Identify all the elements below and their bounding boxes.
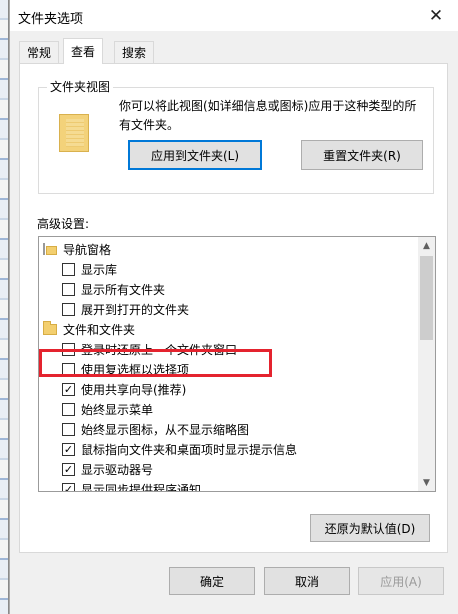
checkbox-checked[interactable]: ✓ (62, 462, 75, 476)
close-button[interactable]: ✕ (413, 0, 458, 31)
option-restore-previous-windows[interactable]: 登录时还原上一个文件夹窗口 (62, 339, 237, 359)
option-label: 鼠标指向文件夹和桌面项时显示提示信息 (81, 442, 298, 457)
option-show-all-folders[interactable]: 显示所有文件夹 (62, 279, 165, 299)
scroll-up-arrow[interactable]: ▲ (418, 237, 435, 254)
tab-view[interactable]: 查看 (63, 38, 104, 64)
apply-to-folders-button[interactable]: 应用到文件夹(L) (128, 140, 262, 170)
option-always-show-icons-never-thumbnails[interactable]: 始终显示图标，从不显示缩略图 (62, 419, 249, 439)
window-title: 文件夹选项 (18, 12, 84, 27)
advanced-settings-list[interactable]: 导航窗格 显示库 显示所有文件夹 展开到打开的文件夹 文件和文件夹 登录时还原上… (38, 236, 436, 492)
scroll-down-arrow[interactable]: ▼ (418, 474, 435, 491)
folder-views-group: 文件夹视图 你可以将此视图(如详细信息或图标)应用于这种类型的所有文件夹。 应用… (38, 80, 434, 194)
checkbox[interactable] (62, 342, 75, 356)
checkbox-checked[interactable]: ✓ (62, 482, 75, 491)
advanced-settings-label: 高级设置: (37, 217, 90, 231)
navigation-pane-icon (43, 243, 57, 255)
option-show-libraries[interactable]: 显示库 (62, 259, 117, 279)
chevron-down-icon: ▼ (423, 477, 430, 488)
option-expand-to-open-folder[interactable]: 展开到打开的文件夹 (62, 299, 189, 319)
checkbox[interactable] (62, 422, 75, 436)
option-label: 使用共享向导(推荐) (81, 382, 187, 397)
option-label: 显示库 (81, 262, 118, 277)
category-navigation-pane: 导航窗格 (43, 239, 111, 259)
option-show-drive-letters[interactable]: ✓ 显示驱动器号 (62, 459, 153, 479)
checkbox[interactable] (62, 262, 75, 276)
tab-general[interactable]: 常规 (19, 41, 60, 63)
close-icon: ✕ (428, 5, 444, 26)
option-always-show-menus[interactable]: 始终显示菜单 (62, 399, 153, 419)
checkbox[interactable] (62, 402, 75, 416)
vertical-scrollbar[interactable]: ▲ ▼ (418, 237, 435, 491)
option-label: 显示驱动器号 (81, 462, 154, 477)
chevron-up-icon: ▲ (423, 240, 430, 251)
tab-search[interactable]: 搜索 (114, 41, 155, 63)
option-label: 显示所有文件夹 (81, 282, 166, 297)
option-label: 使用复选框以选择项 (81, 362, 190, 377)
checkbox[interactable] (62, 282, 75, 296)
cancel-button[interactable]: 取消 (264, 567, 350, 595)
category-label: 导航窗格 (63, 242, 112, 257)
apply-button[interactable]: 应用(A) (358, 567, 444, 595)
scrollbar-thumb[interactable] (420, 256, 433, 340)
option-label: 始终显示菜单 (81, 402, 154, 417)
option-label: 登录时还原上一个文件夹窗口 (81, 342, 238, 357)
option-show-pop-up-description[interactable]: ✓ 鼠标指向文件夹和桌面项时显示提示信息 (62, 439, 297, 459)
title-bar: 文件夹选项 ✕ (10, 0, 458, 31)
option-show-sync-provider-notifications[interactable]: ✓ 显示同步提供程序通知 (62, 479, 202, 492)
checkbox-checked[interactable]: ✓ (62, 442, 75, 456)
ok-button[interactable]: 确定 (169, 567, 255, 595)
view-tab-panel: 文件夹视图 你可以将此视图(如详细信息或图标)应用于这种类型的所有文件夹。 应用… (19, 63, 448, 553)
reset-folders-button[interactable]: 重置文件夹(R) (301, 140, 423, 170)
restore-defaults-button[interactable]: 还原为默认值(D) (310, 514, 430, 542)
option-use-sharing-wizard[interactable]: ✓ 使用共享向导(推荐) (62, 379, 186, 399)
folder-icon (43, 320, 57, 335)
checkbox-checked[interactable]: ✓ (62, 382, 75, 396)
category-label: 文件和文件夹 (63, 322, 136, 337)
folder-views-description: 你可以将此视图(如详细信息或图标)应用于这种类型的所有文件夹。 (119, 99, 417, 132)
folder-options-dialog: 文件夹选项 ✕ 常规 查看 搜索 文件夹视图 你可以将此视图(如详细信息或图标)… (9, 0, 458, 614)
option-use-check-boxes[interactable]: 使用复选框以选择项 (62, 359, 189, 379)
option-label: 显示同步提供程序通知 (81, 482, 202, 492)
folder-views-folder-icon (59, 114, 89, 152)
category-files-and-folders: 文件和文件夹 (43, 319, 135, 339)
checkbox[interactable] (62, 302, 75, 316)
checkbox[interactable] (62, 362, 75, 376)
option-label: 展开到打开的文件夹 (81, 302, 190, 317)
folder-views-title: 文件夹视图 (47, 80, 114, 94)
option-label: 始终显示图标，从不显示缩略图 (81, 422, 250, 437)
desktop-background-strip (0, 0, 9, 614)
